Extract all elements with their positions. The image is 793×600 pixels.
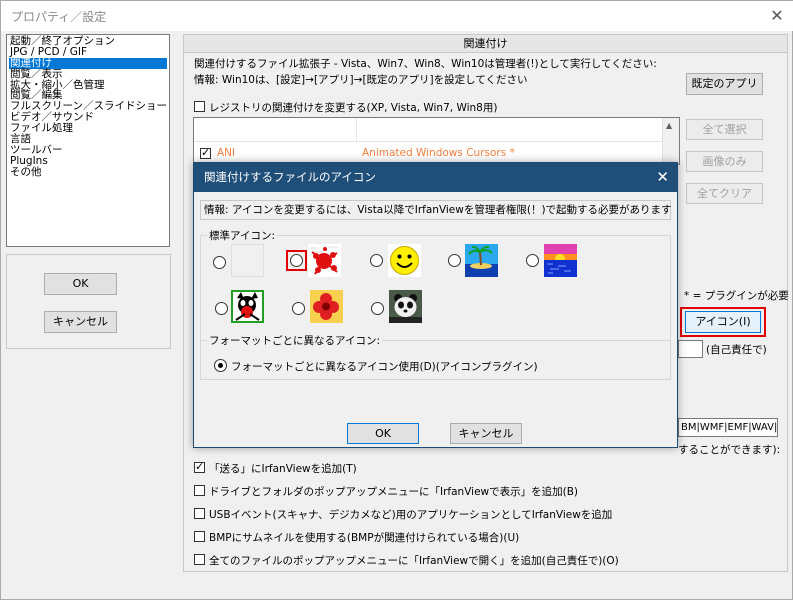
nav-item-misc[interactable]: その他	[9, 166, 167, 178]
blank-icon	[231, 244, 264, 277]
select-all-button[interactable]: 全て選択	[686, 119, 763, 140]
icon-radio-panda[interactable]	[371, 302, 384, 315]
registry-checkbox-label: レジストリの関連付けを変更する(XP, Vista, Win7, Win8用)	[209, 102, 498, 114]
usb-event-label: USBイベント(スキャナ、デジカメなど)用のアプリケーションとしてIrfanVi…	[209, 509, 613, 521]
palm-island-icon	[465, 244, 498, 277]
icon-radio-flower[interactable]	[292, 302, 305, 315]
red-flower-icon	[310, 290, 343, 323]
extension-string-field[interactable]: BM|WMF|EMF|WAV|I	[678, 418, 778, 437]
sendto-label: 「送る」にIrfanViewを追加(T)	[209, 463, 357, 475]
close-icon[interactable]: ✕	[766, 5, 788, 27]
format-icon-radio-label: フォーマットごとに異なるアイコン使用(D)(アイコンプラグイン)	[231, 361, 538, 373]
usb-event-checkbox[interactable]	[194, 508, 205, 519]
icon-radio-sunset[interactable]	[526, 254, 539, 267]
partial-info-text: することができます):	[678, 444, 781, 456]
all-files-popup-label: 全てのファイルのポップアップメニューに「IrfanViewで開く」を追加(自己責…	[209, 555, 619, 567]
self-risk-field[interactable]	[678, 340, 703, 358]
title-bar: プロパティ／設定 ✕	[1, 1, 793, 31]
page-header: 関連付け	[184, 35, 787, 53]
panda-icon	[389, 290, 422, 323]
standard-icons-group: 標準アイコン:	[200, 228, 671, 341]
dialog-cancel-button[interactable]: キャンセル	[450, 423, 522, 444]
all-files-popup-checkbox[interactable]	[194, 554, 205, 565]
list-header	[194, 118, 662, 142]
smiley-icon	[388, 244, 421, 277]
list-ext: ANI	[217, 147, 236, 159]
format-icons-label: フォーマットごとに異なるアイコン:	[207, 333, 383, 348]
win10-info: 情報: Win10は、[設定]→[アプリ]→[既定のアプリ]を設定してください	[194, 74, 528, 86]
left-button-panel	[6, 254, 171, 349]
file-icon-dialog: 関連付けするファイルのアイコン ✕ 情報: アイコンを変更するには、Vista以…	[193, 162, 678, 448]
cartoon-cat-icon	[231, 290, 264, 323]
icon-radio-island[interactable]	[448, 254, 461, 267]
standard-icons-label: 標準アイコン:	[207, 228, 278, 243]
bmp-thumbnail-checkbox[interactable]	[194, 531, 205, 542]
settings-window: プロパティ／設定 ✕ 起動／終了オプション JPG / PCD / GIF 関連…	[0, 0, 793, 600]
dialog-ok-button[interactable]: OK	[347, 423, 419, 444]
list-scrollbar[interactable]: ▲	[662, 118, 679, 164]
clear-all-button[interactable]: 全てクリア	[686, 183, 763, 204]
dialog-title: 関連付けするファイルのアイコン	[194, 163, 677, 192]
folder-popup-checkbox[interactable]	[194, 485, 205, 496]
default-apps-button[interactable]: 既定のアプリ	[686, 73, 763, 95]
nav-item-file-handling[interactable]: ファイル処理	[9, 123, 167, 134]
extension-list[interactable]: ANI Animated Windows Cursors * ▲	[193, 117, 680, 165]
images-only-button[interactable]: 画像のみ	[686, 151, 763, 172]
red-splat-icon	[308, 244, 341, 277]
icon-radio-blank[interactable]	[213, 256, 226, 269]
ok-button[interactable]: OK	[44, 273, 117, 295]
self-risk-label: (自己責任で)	[706, 344, 767, 356]
icon-radio-smiley[interactable]	[370, 254, 383, 267]
bmp-thumbnail-label: BMPにサムネイルを使用する(BMPが関連付けられている場合)(U)	[209, 532, 520, 544]
dialog-close-icon[interactable]: ✕	[656, 163, 669, 192]
cancel-button[interactable]: キャンセル	[44, 311, 117, 333]
sendto-checkbox[interactable]	[194, 460, 205, 473]
scroll-up-icon[interactable]: ▲	[666, 121, 672, 130]
icon-radio-splat[interactable]	[290, 254, 303, 267]
nav-item-viewing[interactable]: 閲覧／表示	[9, 68, 167, 80]
extensions-instruction: 関連付けするファイル拡張子 - Vista、Win7、Win8、Win10は管理…	[194, 58, 657, 70]
folder-popup-label: ドライブとフォルダのポップアップメニューに「IrfanViewで表示」を追加(B…	[209, 486, 579, 498]
dialog-info: 情報: アイコンを変更するには、Vista以降でIrfanViewを管理者権限(…	[200, 200, 672, 220]
icon-radio-cat[interactable]	[215, 302, 228, 315]
registry-checkbox[interactable]	[194, 101, 205, 112]
format-icon-radio[interactable]	[214, 359, 227, 372]
window-title: プロパティ／設定	[11, 10, 107, 24]
plugin-note: * = プラグインが必要	[684, 290, 789, 302]
icon-button[interactable]: アイコン(I)	[685, 311, 761, 333]
category-list[interactable]: 起動／終了オプション JPG / PCD / GIF 関連付け 閲覧／表示 拡大…	[6, 34, 170, 247]
ani-checkbox[interactable]	[200, 146, 211, 159]
list-desc: Animated Windows Cursors *	[362, 147, 515, 159]
sunset-icon	[544, 244, 577, 277]
